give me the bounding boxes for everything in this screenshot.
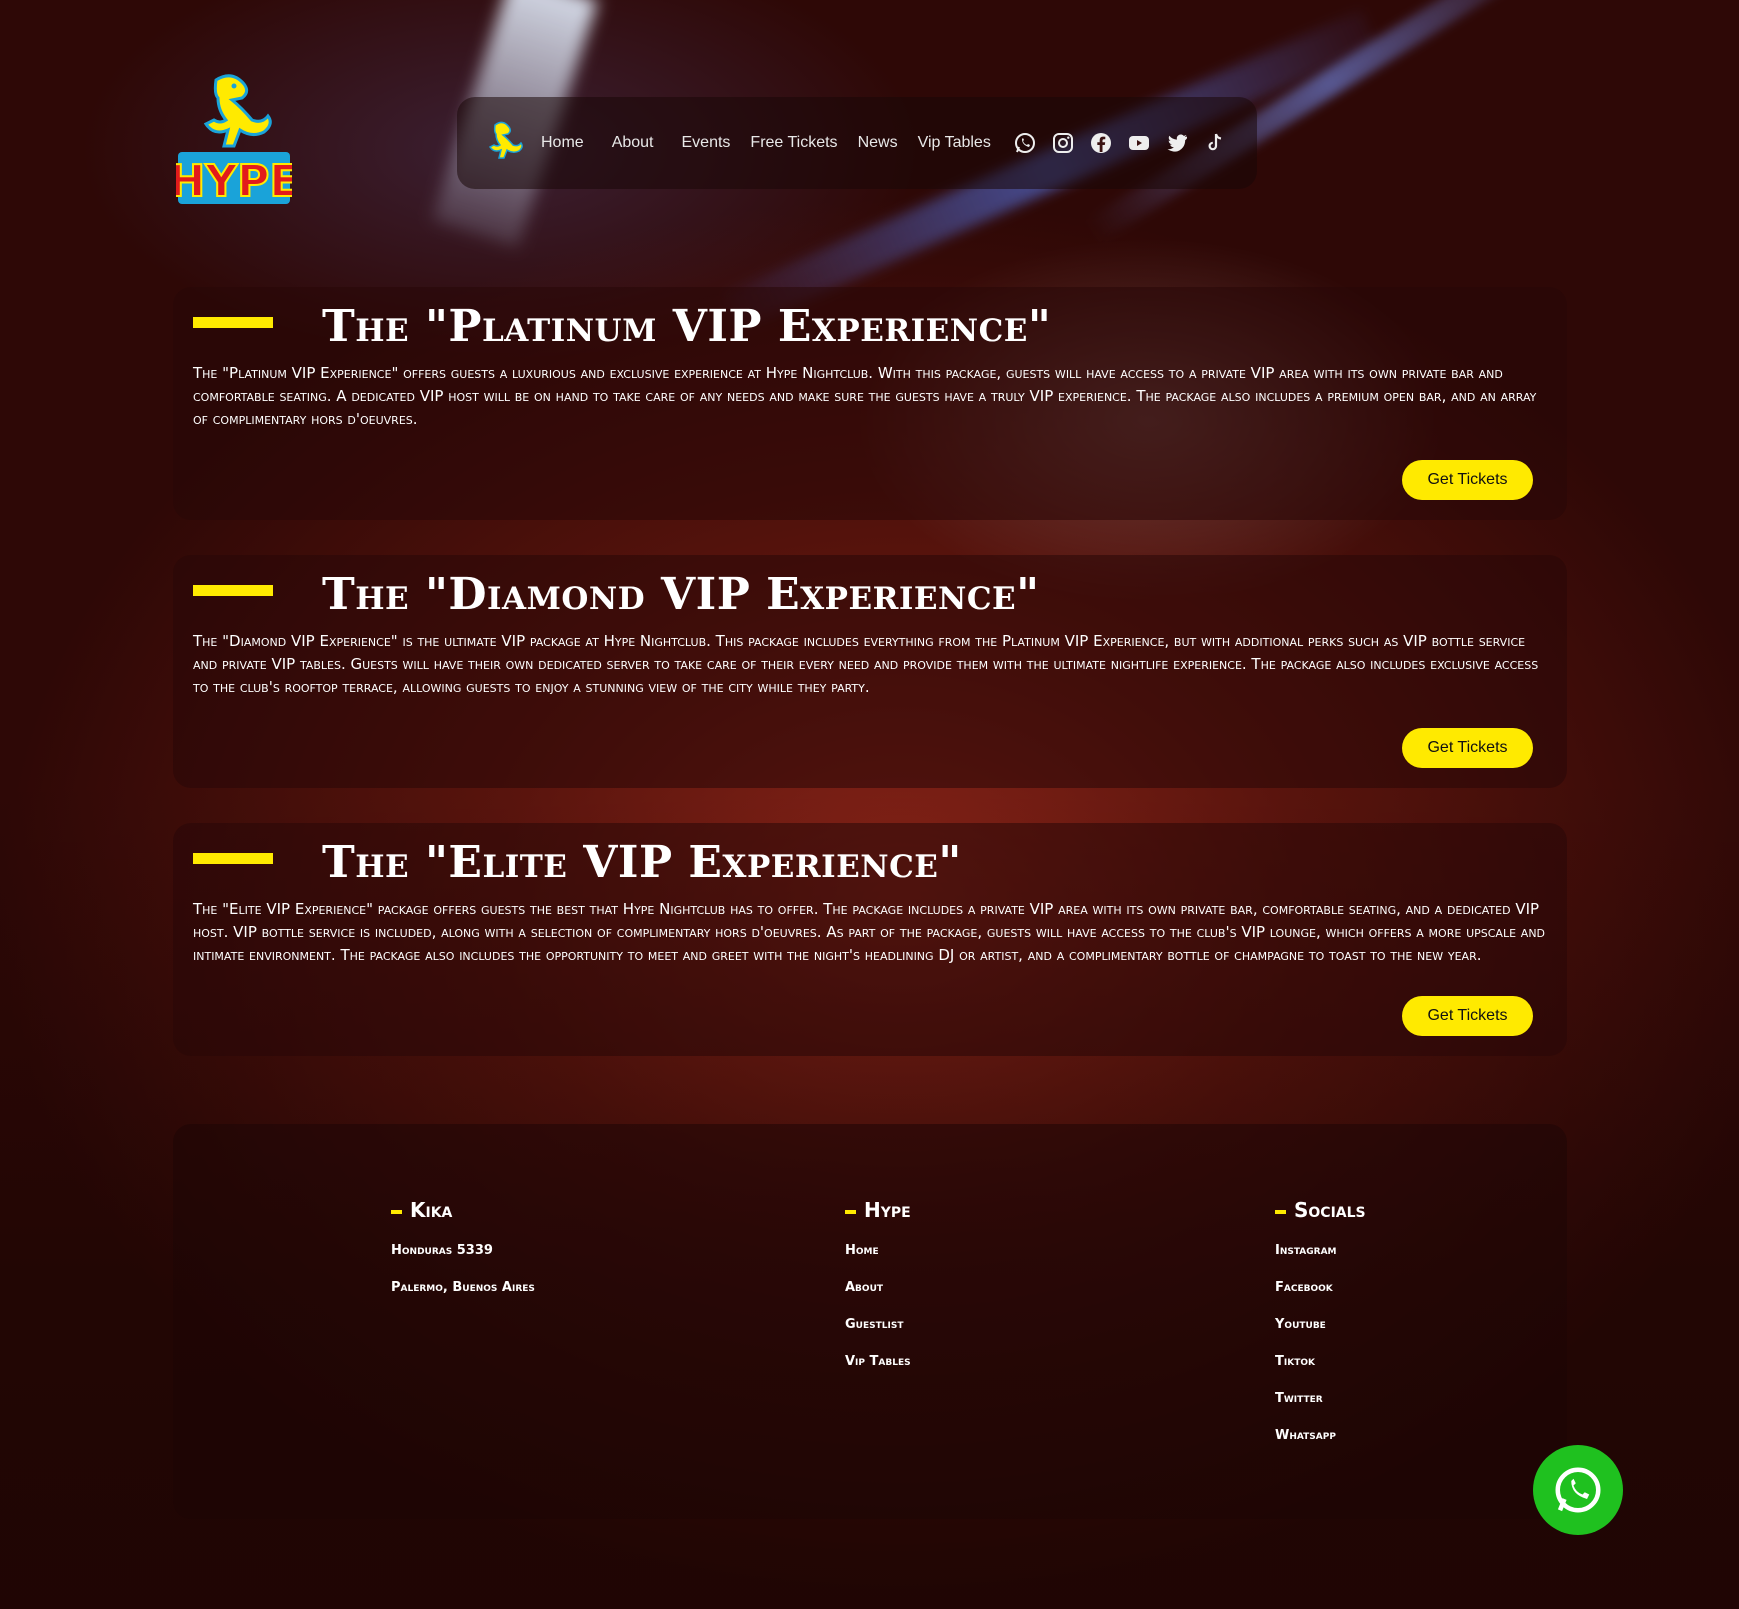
whatsapp-icon[interactable] <box>1013 131 1037 155</box>
vip-card-platinum: The "Platinum VIP Experience" The "Plati… <box>173 287 1567 520</box>
footer-link-whatsapp[interactable]: Whatsapp <box>1275 1426 1366 1463</box>
get-tickets-button[interactable]: Get Tickets <box>1402 996 1533 1036</box>
address-line: Honduras 5339 <box>391 1243 493 1258</box>
card-description: The "Elite VIP Experience" package offer… <box>193 900 1546 964</box>
accent-bar <box>193 853 273 864</box>
footer-heading: Kika <box>391 1198 535 1222</box>
footer-link-guestlist[interactable]: Guestlist <box>845 1315 911 1352</box>
footer-column-socials: Socials Instagram Facebook Youtube Tikto… <box>1275 1198 1366 1463</box>
footer: Kika Honduras 5339 Palermo, Buenos Aires… <box>173 1124 1567 1519</box>
footer-link-about[interactable]: About <box>845 1278 911 1315</box>
nav-news[interactable]: News <box>858 134 898 152</box>
youtube-icon[interactable] <box>1127 131 1151 155</box>
footer-link-twitter[interactable]: Twitter <box>1275 1389 1366 1426</box>
hype-wordmark: HYPE <box>176 152 292 208</box>
address-line: Palermo, Buenos Aires <box>391 1280 535 1295</box>
footer-heading: Hype <box>845 1198 911 1222</box>
footer-column-hype: Hype Home About Guestlist Vip Tables <box>845 1198 911 1389</box>
top-navigation: Home About Events Free Tickets News Vip … <box>457 97 1257 189</box>
nav-about[interactable]: About <box>612 134 654 152</box>
card-description: The "Platinum VIP Experience" offers gue… <box>193 364 1537 428</box>
footer-link-vip-tables[interactable]: Vip Tables <box>845 1352 911 1389</box>
footer-link-youtube[interactable]: Youtube <box>1275 1315 1366 1352</box>
accent-bar <box>193 585 273 596</box>
footer-link-home[interactable]: Home <box>845 1241 911 1278</box>
tiktok-icon[interactable] <box>1203 131 1227 155</box>
footer-link-tiktok[interactable]: Tiktok <box>1275 1352 1366 1389</box>
vip-card-elite: The "Elite VIP Experience" The "Elite VI… <box>173 823 1567 1056</box>
svg-text:HYPE: HYPE <box>176 156 292 207</box>
footer-link-instagram[interactable]: Instagram <box>1275 1241 1366 1278</box>
card-title: The "Diamond VIP Experience" <box>322 569 1040 620</box>
instagram-icon[interactable] <box>1051 131 1075 155</box>
accent-bar <box>193 317 273 328</box>
get-tickets-button[interactable]: Get Tickets <box>1402 728 1533 768</box>
whatsapp-icon <box>1555 1467 1601 1513</box>
twitter-icon[interactable] <box>1165 131 1189 155</box>
nav-home[interactable]: Home <box>541 134 584 152</box>
hype-logo[interactable]: HYPE <box>176 70 292 210</box>
nav-vip-tables[interactable]: Vip Tables <box>918 134 991 152</box>
whatsapp-chat-button[interactable] <box>1533 1445 1623 1535</box>
get-tickets-button[interactable]: Get Tickets <box>1402 460 1533 500</box>
card-title: The "Elite VIP Experience" <box>322 837 962 888</box>
footer-column-kika: Kika Honduras 5339 Palermo, Buenos Aires <box>391 1198 535 1315</box>
footer-link-facebook[interactable]: Facebook <box>1275 1278 1366 1315</box>
facebook-icon[interactable] <box>1089 131 1113 155</box>
nav-logo-icon[interactable] <box>479 119 527 167</box>
footer-heading: Socials <box>1275 1198 1366 1222</box>
nav-free-tickets[interactable]: Free Tickets <box>750 134 837 152</box>
vip-card-diamond: The "Diamond VIP Experience" The "Diamon… <box>173 555 1567 788</box>
nav-events[interactable]: Events <box>682 134 731 152</box>
card-title: The "Platinum VIP Experience" <box>322 301 1052 352</box>
card-description: The "Diamond VIP Experience" is the ulti… <box>193 632 1539 696</box>
